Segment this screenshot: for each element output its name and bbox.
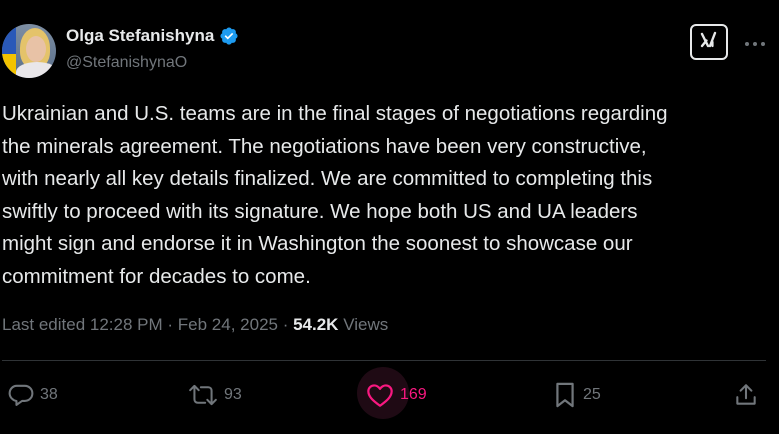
grok-icon: [699, 30, 719, 55]
verified-badge-icon[interactable]: [219, 26, 239, 46]
meta-separator: ·: [277, 315, 294, 334]
author-name-row: Olga Stefanishyna: [66, 26, 239, 46]
more-icon: [744, 34, 766, 52]
repost-count: 93: [224, 386, 242, 403]
tweet-text: Ukrainian and U.S. teams are in the fina…: [2, 102, 668, 288]
like-button[interactable]: 169: [366, 378, 427, 412]
bookmark-count: 25: [583, 386, 601, 403]
reply-button[interactable]: 38: [8, 378, 58, 412]
repost-button[interactable]: 93: [188, 378, 242, 412]
tweet-date[interactable]: Feb 24, 2025: [178, 315, 278, 335]
author-handle[interactable]: @StefanishynaO: [66, 54, 187, 72]
views-count: 54.2K: [293, 315, 339, 334]
tweet-card: Olga Stefanishyna @StefanishynaO Ukraini…: [0, 0, 779, 434]
share-icon: [733, 382, 759, 408]
author-display-name[interactable]: Olga Stefanishyna: [66, 26, 214, 46]
meta-separator: ·: [162, 315, 178, 334]
grok-button[interactable]: [690, 24, 728, 60]
like-count: 169: [400, 386, 427, 403]
bookmark-button[interactable]: 25: [553, 378, 601, 412]
bookmark-icon: [553, 381, 577, 409]
edited-timestamp[interactable]: Last edited 12:28 PM: [2, 315, 163, 335]
reply-icon: [8, 382, 34, 408]
avatar-flag-yellow: [2, 54, 16, 78]
repost-icon: [188, 382, 218, 408]
avatar-body: [16, 62, 56, 78]
more-options-button[interactable]: [742, 30, 768, 56]
avatar-face: [26, 36, 46, 62]
heart-icon: [366, 382, 394, 408]
tweet-meta: Last edited 12:28 PM · Feb 24, 2025 · 54…: [2, 315, 388, 335]
divider: [2, 360, 766, 361]
share-button[interactable]: [733, 378, 759, 412]
views-label: Views: [338, 315, 389, 334]
avatar[interactable]: [2, 24, 56, 78]
reply-count: 38: [40, 386, 58, 403]
